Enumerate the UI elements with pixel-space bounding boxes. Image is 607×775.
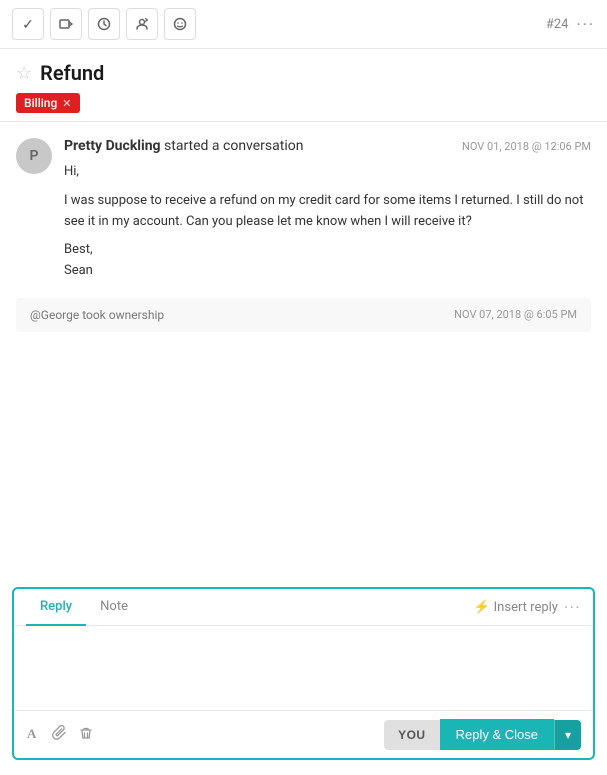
- message-line-2: I was suppose to receive a refund on my …: [64, 191, 591, 233]
- insert-reply-label: Insert reply: [494, 600, 558, 615]
- footer-actions: YOU Reply & Close ▾: [384, 719, 581, 750]
- main-content: ☆ Refund Billing ✕ P Pretty Duckling sta…: [0, 49, 607, 772]
- message-content: Pretty Duckling started a conversation N…: [64, 138, 591, 282]
- toolbar: ✓: [0, 0, 607, 49]
- check-button[interactable]: ✓: [12, 8, 44, 40]
- reply-composer: Reply Note ⚡ Insert reply ··· A: [12, 587, 595, 760]
- sender-name: Pretty Duckling: [64, 138, 161, 154]
- tab-reply[interactable]: Reply: [26, 589, 86, 626]
- composer-tabs-right: ⚡ Insert reply ···: [473, 598, 581, 617]
- ticket-number: #24: [546, 17, 569, 32]
- message-sender: Pretty Duckling started a conversation: [64, 138, 303, 154]
- composer-more-button[interactable]: ···: [564, 598, 581, 617]
- assign-button[interactable]: [126, 8, 158, 40]
- activity-row: @George took ownership NOV 07, 2018 @ 6:…: [16, 298, 591, 332]
- avatar: P: [16, 138, 52, 174]
- conversation-area: P Pretty Duckling started a conversation…: [0, 122, 607, 348]
- toolbar-meta: #24 ···: [546, 15, 595, 34]
- bolt-icon: ⚡: [473, 600, 489, 615]
- message-line-1: Hi,: [64, 162, 591, 183]
- message-header: Pretty Duckling started a conversation N…: [64, 138, 591, 154]
- emoji-button[interactable]: [164, 8, 196, 40]
- tags-area: Billing ✕: [16, 93, 591, 113]
- composer-footer: A YOU Reply & Close ▾: [14, 710, 593, 758]
- title-row: ☆ Refund: [16, 61, 591, 85]
- ticket-title: Refund: [40, 61, 104, 85]
- message-body: Hi, I was suppose to receive a refund on…: [64, 162, 591, 282]
- footer-formatting: A: [26, 725, 94, 745]
- more-options-button[interactable]: ···: [576, 15, 595, 34]
- message-line-3: Best,Sean: [64, 240, 591, 282]
- message-time: NOV 01, 2018 @ 12:06 PM: [462, 140, 591, 153]
- tag-label: Billing: [24, 96, 57, 110]
- tab-note[interactable]: Note: [86, 589, 142, 626]
- title-area: ☆ Refund Billing ✕: [0, 49, 607, 122]
- svg-text:A: A: [27, 726, 37, 741]
- label-button[interactable]: [50, 8, 82, 40]
- sender-action: started a conversation: [164, 138, 303, 154]
- clock-button[interactable]: [88, 8, 120, 40]
- reply-text-input[interactable]: [14, 626, 593, 706]
- insert-reply-button[interactable]: ⚡ Insert reply: [473, 600, 558, 615]
- activity-text: @George took ownership: [30, 308, 164, 322]
- spacer: [0, 348, 607, 587]
- billing-tag: Billing ✕: [16, 93, 80, 113]
- attachment-icon[interactable]: [52, 725, 68, 745]
- composer-tabs: Reply Note ⚡ Insert reply ···: [14, 589, 593, 626]
- star-icon[interactable]: ☆: [16, 63, 32, 84]
- delete-icon[interactable]: [78, 725, 94, 745]
- tag-remove-button[interactable]: ✕: [62, 97, 71, 110]
- toolbar-actions: ✓: [12, 8, 196, 40]
- message-block: P Pretty Duckling started a conversation…: [16, 138, 591, 282]
- text-format-icon[interactable]: A: [26, 725, 42, 745]
- you-button[interactable]: YOU: [384, 720, 440, 750]
- activity-time: NOV 07, 2018 @ 6:05 PM: [454, 308, 577, 321]
- reply-close-dropdown-button[interactable]: ▾: [554, 720, 581, 750]
- composer-tabs-left: Reply Note: [26, 589, 142, 625]
- chevron-down-icon: ▾: [565, 728, 571, 742]
- reply-close-button[interactable]: Reply & Close: [440, 719, 554, 750]
